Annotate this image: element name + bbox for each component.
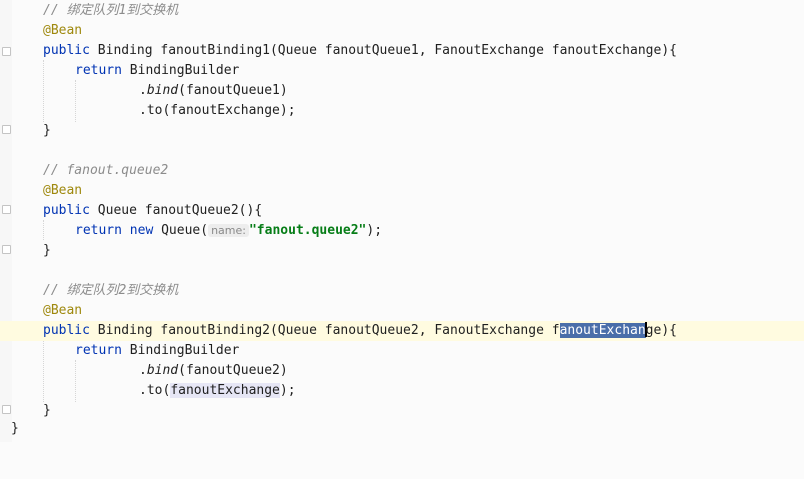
code-line[interactable]: } bbox=[0, 241, 804, 261]
code-text: } bbox=[11, 421, 19, 436]
code-text: return BindingBuilder bbox=[75, 343, 240, 358]
code-line[interactable]: } bbox=[0, 401, 804, 421]
code-annotation: @Bean bbox=[43, 303, 83, 318]
code-text: } bbox=[43, 123, 51, 138]
code-text: .bind(fanoutQueue2) bbox=[139, 363, 288, 378]
code-text: public Binding fanoutBinding2(Queue fano… bbox=[43, 322, 677, 338]
text-selection[interactable]: anoutExchan bbox=[559, 323, 646, 338]
current-code-line[interactable]: public Binding fanoutBinding2(Queue fano… bbox=[0, 321, 804, 341]
code-comment: // 绑定队列2到交换机 bbox=[43, 283, 179, 298]
code-line[interactable]: .to(fanoutExchange); bbox=[0, 101, 804, 121]
code-comment: // 绑定队列1到交换机 bbox=[43, 3, 179, 18]
code-text: .bind(fanoutQueue1) bbox=[139, 83, 288, 98]
code-annotation: @Bean bbox=[43, 23, 83, 38]
code-line[interactable]: .bind(fanoutQueue1) bbox=[0, 81, 804, 101]
code-line[interactable]: // 绑定队列1到交换机 bbox=[0, 1, 804, 21]
code-line[interactable]: public Queue fanoutQueue2(){ bbox=[0, 201, 804, 221]
code-line[interactable]: .to(fanoutExchange); bbox=[0, 381, 804, 401]
code-line[interactable]: // fanout.queue2 bbox=[0, 161, 804, 181]
code-line[interactable]: // 绑定队列2到交换机 bbox=[0, 281, 804, 301]
code-line[interactable]: @Bean bbox=[0, 301, 804, 321]
code-text: } bbox=[43, 243, 51, 258]
code-text: return new Queue(name: "fanout.queue2"); bbox=[75, 223, 383, 238]
code-text: public Queue fanoutQueue2(){ bbox=[43, 203, 263, 218]
code-text: .to(fanoutExchange); bbox=[139, 103, 296, 118]
code-line[interactable]: .bind(fanoutQueue2) bbox=[0, 361, 804, 381]
identifier-usage-highlight: fanoutExchange bbox=[170, 383, 280, 398]
code-annotation: @Bean bbox=[43, 183, 83, 198]
code-line[interactable]: } bbox=[0, 419, 804, 439]
code-text: return BindingBuilder bbox=[75, 63, 240, 78]
code-text: public Binding fanoutBinding1(Queue fano… bbox=[43, 43, 677, 58]
code-text: } bbox=[43, 403, 51, 418]
code-line[interactable]: return BindingBuilder bbox=[0, 341, 804, 361]
code-line[interactable]: @Bean bbox=[0, 21, 804, 41]
code-comment: // fanout.queue2 bbox=[43, 163, 169, 178]
code-line[interactable]: return BindingBuilder bbox=[0, 61, 804, 81]
code-text: .to(fanoutExchange); bbox=[139, 383, 296, 398]
code-line[interactable]: public Binding fanoutBinding1(Queue fano… bbox=[0, 41, 804, 61]
code-line[interactable]: return new Queue(name: "fanout.queue2"); bbox=[0, 221, 804, 241]
code-line[interactable]: @Bean bbox=[0, 181, 804, 201]
code-line[interactable]: } bbox=[0, 121, 804, 141]
parameter-hint: name: bbox=[208, 224, 249, 237]
